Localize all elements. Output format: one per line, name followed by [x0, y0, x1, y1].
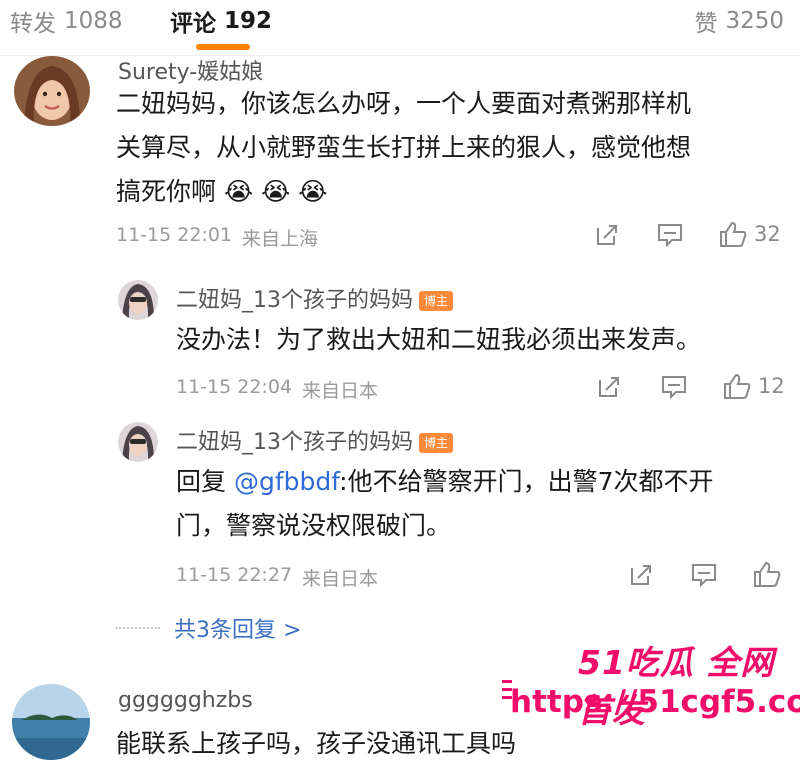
tab-repost-label: 转发 [10, 11, 56, 37]
comment-username[interactable]: gggggghzbs [118, 688, 253, 713]
share-button[interactable] [628, 562, 654, 588]
reply-username[interactable]: 二妞妈_13个孩子的妈妈 博主 [176, 424, 454, 456]
tab-repost-count: 1088 [64, 8, 123, 34]
thumbs-up-icon [720, 221, 747, 247]
reply-username[interactable]: 二妞妈_13个孩子的妈妈 博主 [176, 282, 454, 314]
like-count: 32 [754, 222, 781, 246]
more-replies-text: 共3条回复 > [174, 618, 302, 643]
comment-text-line: 二妞妈妈，你该怎么办呀，一个人要面对煮粥那样机 [116, 89, 692, 118]
comment-icon [692, 564, 716, 588]
comment-text: 二妞妈妈，你该怎么办呀，一个人要面对煮粥那样机 关算尽，从小就野蛮生长打拼上来的… [116, 82, 776, 214]
tab-comment-count: 192 [224, 8, 273, 34]
avatar[interactable] [12, 684, 90, 760]
share-icon [597, 225, 617, 245]
author-badge: 博主 [419, 291, 454, 311]
tab-like[interactable]: 赞 3250 [694, 4, 784, 38]
landscape-photo-avatar [12, 684, 90, 760]
reply-meta: 11-15 22:27 来自日本 [176, 564, 378, 591]
comment-text-line-wrap: 搞死你啊 😭 😭 😭 [116, 170, 776, 214]
like-button[interactable] [752, 560, 782, 588]
comment-icon [658, 224, 682, 248]
reply-username-text: 二妞妈_13个孩子的妈妈 [176, 430, 413, 455]
comment-tabs: 转发 1088 评论 192 赞 3250 [0, 0, 800, 56]
reply-text: 没办法！为了救出大妞和二妞我必须出来发声。 [176, 318, 776, 362]
like-button[interactable]: 32 [718, 220, 781, 248]
share-icon [599, 377, 619, 397]
reply-meta: 11-15 22:04 来自日本 [176, 376, 378, 403]
user-photo-avatar [118, 280, 158, 320]
share-icon [631, 565, 651, 585]
user-photo-avatar [14, 56, 90, 126]
comment-time: 11-15 22:01 [116, 224, 233, 246]
dotted-divider [116, 627, 160, 629]
like-button[interactable]: 12 [722, 372, 785, 400]
reply-time: 11-15 22:04 [176, 376, 293, 398]
reply-button[interactable] [690, 562, 718, 588]
like-count: 12 [758, 374, 785, 398]
avatar[interactable] [118, 280, 158, 320]
tab-comment[interactable]: 评论 192 [170, 4, 272, 38]
comment-location: 来自上海 [242, 228, 319, 250]
tab-like-label: 赞 [694, 11, 718, 37]
reply-button[interactable] [656, 222, 684, 248]
share-button[interactable] [594, 222, 620, 248]
reply-text-line-wrap: 回复 @gfbbdf:他不给警察开门，出警7次都不开 [176, 460, 786, 504]
crying-emoji: 😭 😭 😭 [223, 177, 328, 206]
tab-like-count: 3250 [725, 8, 784, 34]
author-badge: 博主 [419, 433, 454, 453]
mention-link[interactable]: @gfbbdf [234, 467, 339, 496]
user-photo-avatar [118, 422, 158, 462]
reply-button[interactable] [660, 374, 688, 400]
watermark-url: https://51cgf5.com [510, 684, 800, 720]
tab-comment-label: 评论 [170, 11, 216, 37]
reply-username-text: 二妞妈_13个孩子的妈妈 [176, 288, 413, 313]
thumbs-up-icon [724, 373, 751, 399]
active-tab-indicator [196, 44, 250, 50]
reply-text-line: :他不给警察开门，出警7次都不开 [339, 467, 714, 496]
reply-location: 来自日本 [302, 568, 379, 590]
reply-text-line: 没办法！为了救出大妞和二妞我必须出来发声。 [176, 325, 702, 354]
watermark: 51吃瓜 全网首发 https://51cgf5.com [500, 628, 800, 738]
reply-time: 11-15 22:27 [176, 564, 293, 586]
reply-prefix: 回复 [176, 467, 234, 496]
comment-icon [662, 376, 686, 400]
share-button[interactable] [596, 374, 622, 400]
reply-text-line: 门，警察说没权限破门。 [176, 511, 452, 540]
tab-repost[interactable]: 转发 1088 [10, 4, 123, 38]
comment-meta: 11-15 22:01 来自上海 [116, 224, 318, 251]
thumbs-up-icon [754, 561, 781, 587]
avatar[interactable] [118, 422, 158, 462]
more-replies-link[interactable]: 共3条回复 > [116, 612, 301, 644]
comment-text-line: 关算尽，从小就野蛮生长打拼上来的狠人，感觉他想 [116, 133, 692, 162]
comment-text-line: 搞死你啊 [116, 177, 217, 206]
avatar[interactable] [14, 56, 90, 126]
reply-location: 来自日本 [302, 380, 379, 402]
reply-text: 回复 @gfbbdf:他不给警察开门，出警7次都不开 门，警察说没权限破门。 [176, 460, 786, 548]
